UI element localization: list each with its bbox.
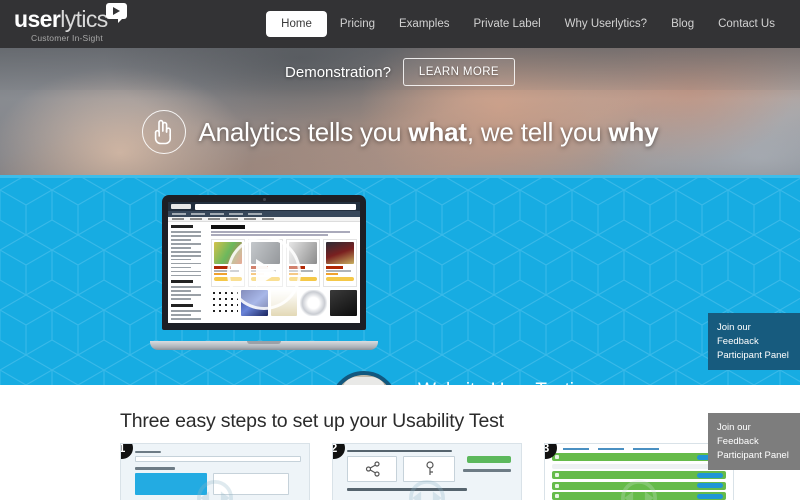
nav-item-home[interactable]: Home xyxy=(266,11,327,37)
landing-page: userlytics ™ Customer In-Sight Home Pric… xyxy=(0,0,800,500)
hero-tagline: Analytics tells you what, we tell you wh… xyxy=(199,117,659,148)
tagline-bold-what: what xyxy=(408,116,467,147)
watermark-logo-icon xyxy=(621,479,657,500)
dashboard-tab[interactable] xyxy=(598,448,624,451)
product-card[interactable] xyxy=(322,238,357,287)
dashboard-tabs xyxy=(545,444,733,453)
nav-item-why-userlytics[interactable]: Why Userlytics? xyxy=(554,12,658,36)
key-icon xyxy=(426,461,434,476)
brand-logo[interactable]: userlytics ™ Customer In-Sight xyxy=(14,2,144,46)
hand-peace-sign-icon xyxy=(141,110,186,154)
brand-name-bold: user xyxy=(14,6,61,32)
feature-block: Website User Testing What they do What t… xyxy=(418,380,748,385)
nav-item-pricing[interactable]: Pricing xyxy=(329,12,386,36)
product-thumb[interactable] xyxy=(330,289,357,316)
website-user-testing-section: Website User Testing What they do What t… xyxy=(0,175,800,385)
step-card-2[interactable]: 2 xyxy=(332,443,522,500)
dashboard-tab[interactable] xyxy=(633,448,659,451)
nav-item-private-label[interactable]: Private Label xyxy=(463,12,552,36)
brand-wordmark: userlytics xyxy=(14,8,108,31)
top-navigation-bar: userlytics ™ Customer In-Sight Home Pric… xyxy=(0,0,800,48)
shop-logo xyxy=(171,204,191,209)
participant-face xyxy=(334,375,394,385)
tagline-bold-why: why xyxy=(608,116,659,147)
steps-heading: Three easy steps to set up your Usabilit… xyxy=(120,410,504,432)
tagline-text-2: , we tell you xyxy=(466,116,609,147)
watermark-logo-icon xyxy=(409,479,445,500)
laptop-base xyxy=(150,341,378,350)
nav-item-contact-us[interactable]: Contact Us xyxy=(707,12,786,36)
hexagon-pattern-background xyxy=(0,175,800,385)
nav-item-blog[interactable]: Blog xyxy=(660,12,705,36)
dashboard-row[interactable] xyxy=(552,453,726,462)
dashboard-tab[interactable] xyxy=(563,448,589,451)
step-card-1[interactable]: 1 xyxy=(120,443,310,500)
shop-sidebar xyxy=(168,222,208,323)
nav-item-examples[interactable]: Examples xyxy=(388,12,461,36)
hero-banner: Demonstration? LEARN MORE Analytics tell… xyxy=(0,48,800,175)
hero-tagline-row: Analytics tells you what, we tell you wh… xyxy=(0,110,800,154)
steps-section: Three easy steps to set up your Usabilit… xyxy=(0,385,800,500)
demonstration-label: Demonstration? xyxy=(285,63,391,81)
demonstration-cta-row: Demonstration? LEARN MORE xyxy=(0,58,800,86)
feature-heading: Website User Testing xyxy=(418,380,748,385)
feedback-panel-tab-primary[interactable]: Join our Feedback Participant Panel xyxy=(708,313,800,371)
feedback-panel-tab-line2: Participant Panel xyxy=(717,349,789,361)
step-card-3[interactable]: 3 xyxy=(544,443,734,500)
section-top-edge xyxy=(0,175,800,178)
feedback-panel-tab-line2: Participant Panel xyxy=(717,449,789,461)
shop-header xyxy=(168,202,360,211)
learn-more-button[interactable]: LEARN MORE xyxy=(402,58,515,86)
main-nav: Home Pricing Examples Private Label Why … xyxy=(266,11,786,37)
feedback-panel-tab-secondary[interactable]: Join our Feedback Participant Panel xyxy=(708,413,800,471)
product-thumb[interactable] xyxy=(300,289,328,316)
tagline-text-1: Analytics tells you xyxy=(198,116,409,147)
brand-name-light: lytics xyxy=(60,6,108,32)
shop-search-input[interactable] xyxy=(195,203,356,210)
feedback-panel-tab-line1: Join our Feedback xyxy=(717,322,759,347)
brand-tagline: Customer In-Sight xyxy=(31,33,103,43)
feedback-panel-tab-line1: Join our Feedback xyxy=(717,422,759,447)
laptop-mockup xyxy=(150,195,378,350)
watermark-logo-icon xyxy=(197,479,233,500)
play-video-overlay-icon[interactable] xyxy=(227,235,301,310)
share-icon xyxy=(365,461,380,477)
steps-card-list: 1 2 xyxy=(120,443,734,500)
play-button-icon xyxy=(106,3,127,23)
laptop-camera-icon xyxy=(262,198,266,201)
